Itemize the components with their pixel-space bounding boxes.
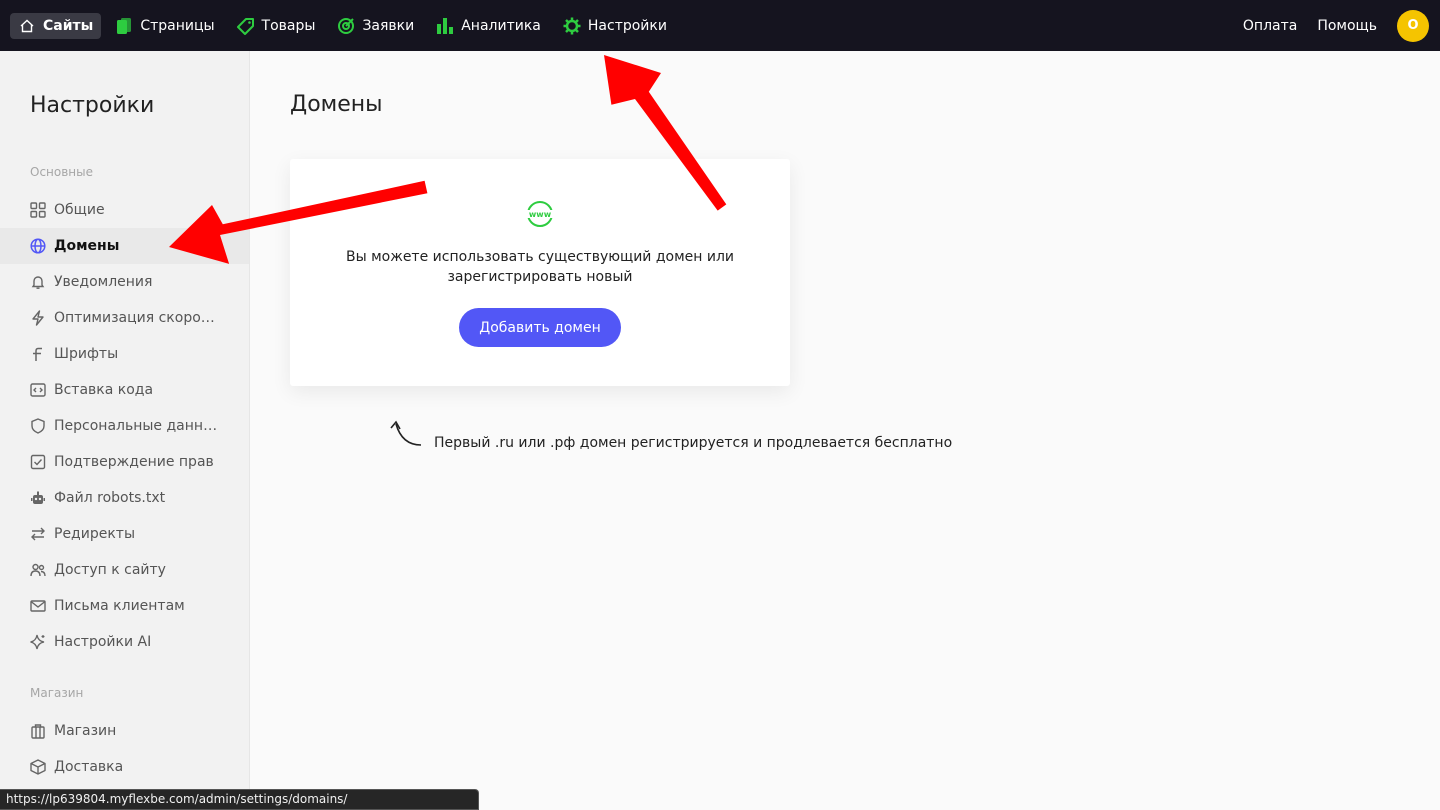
- sidebar-item-label: Подтверждение прав: [54, 454, 214, 470]
- sidebar-item-label: Письма клиентам: [54, 598, 185, 614]
- browser-status-url: https://lp639804.myflexbe.com/admin/sett…: [0, 789, 479, 810]
- nav-requests[interactable]: Заявки: [329, 13, 422, 39]
- sidebar-item-robots[interactable]: Файл robots.txt: [0, 480, 249, 516]
- curved-arrow-icon: [388, 418, 424, 450]
- box-icon: [29, 759, 46, 776]
- page-title: Домены: [290, 92, 383, 117]
- checkbox-icon: [29, 454, 46, 471]
- nav-pages[interactable]: Страницы: [107, 13, 222, 39]
- sidebar-item-personal-data[interactable]: Персональные данные: [0, 408, 249, 444]
- sidebar-item-domains[interactable]: Домены: [0, 228, 249, 264]
- sidebar-item-client-emails[interactable]: Письма клиентам: [0, 588, 249, 624]
- sidebar-item-code[interactable]: Вставка кода: [0, 372, 249, 408]
- payment-link[interactable]: Оплата: [1243, 18, 1297, 34]
- card-description: Вы можете использовать существующий доме…: [345, 249, 735, 285]
- section-label-shop: Магазин: [30, 686, 84, 700]
- pages-icon: [115, 17, 133, 35]
- add-domain-button[interactable]: Добавить домен: [459, 308, 621, 347]
- free-domain-hint: Первый .ru или .рф домен регистрируется …: [434, 435, 953, 451]
- grid-icon: [29, 202, 46, 219]
- bar-chart-icon: [436, 17, 454, 35]
- sidebar-item-label: Магазин: [54, 723, 117, 739]
- lightning-icon: [29, 310, 46, 327]
- nav-right-group: Оплата Помощь О: [1223, 9, 1430, 42]
- sidebar-item-label: Домены: [54, 238, 120, 254]
- sidebar-item-label: Уведомления: [54, 274, 153, 290]
- sidebar-item-label: Оптимизация скорости: [54, 310, 222, 326]
- sparkle-icon: [29, 634, 46, 651]
- nav-pages-label: Страницы: [140, 17, 215, 34]
- globe-icon: [29, 238, 46, 255]
- nav-sites[interactable]: Сайты: [10, 12, 102, 39]
- sidebar-item-verification[interactable]: Подтверждение прав: [0, 444, 249, 480]
- nav-products[interactable]: Товары: [229, 13, 324, 39]
- users-icon: [29, 562, 46, 579]
- sidebar-item-label: Персональные данные: [54, 418, 222, 434]
- sidebar-item-label: Общие: [54, 202, 105, 218]
- nav-settings[interactable]: Настройки: [555, 13, 675, 39]
- sidebar-item-label: Настройки AI: [54, 634, 152, 650]
- nav-analytics-label: Аналитика: [461, 17, 541, 34]
- sidebar-item-label: Доставка: [54, 759, 124, 775]
- nav-products-label: Товары: [261, 17, 316, 34]
- target-icon: [337, 17, 355, 35]
- sidebar-item-label: Доступ к сайту: [54, 562, 166, 578]
- sidebar-item-general[interactable]: Общие: [0, 192, 249, 228]
- sidebar-title: Настройки: [30, 93, 155, 118]
- mail-icon: [29, 598, 46, 615]
- robot-icon: [29, 490, 46, 507]
- gear-icon: [563, 17, 581, 35]
- sidebar-item-redirects[interactable]: Редиректы: [0, 516, 249, 552]
- sidebar-item-shop[interactable]: Магазин: [0, 713, 249, 749]
- www-globe-icon: www: [526, 200, 554, 228]
- font-icon: [29, 346, 46, 363]
- domains-empty-card: www Вы можете использовать существующий …: [290, 159, 790, 386]
- section-label-main: Основные: [30, 165, 94, 179]
- sidebar-item-label: Шрифты: [54, 346, 119, 362]
- www-icon-text: www: [529, 210, 552, 219]
- bell-icon: [29, 274, 46, 291]
- settings-sidebar: Настройки Основные Общие Домены Уведомле…: [0, 51, 250, 810]
- help-link[interactable]: Помощь: [1317, 18, 1377, 34]
- sidebar-item-label: Вставка кода: [54, 382, 154, 398]
- sidebar-item-ai-settings[interactable]: Настройки AI: [0, 624, 249, 660]
- nav-analytics[interactable]: Аналитика: [428, 13, 549, 39]
- sidebar-item-delivery[interactable]: Доставка: [0, 749, 249, 785]
- sidebar-item-label: Файл robots.txt: [54, 490, 166, 506]
- shield-icon: [29, 418, 46, 435]
- sidebar-item-fonts[interactable]: Шрифты: [0, 336, 249, 372]
- nav-settings-label: Настройки: [587, 17, 667, 34]
- top-navbar: Сайты Страницы Товары Заявки Аналитика Н…: [0, 0, 1440, 51]
- avatar[interactable]: О: [1397, 9, 1429, 42]
- arrows-swap-icon: [29, 526, 46, 543]
- nav-sites-label: Сайты: [43, 17, 94, 34]
- code-icon: [29, 382, 46, 399]
- sidebar-item-site-access[interactable]: Доступ к сайту: [0, 552, 249, 588]
- nav-requests-label: Заявки: [362, 17, 415, 34]
- shop-icon: [29, 723, 46, 740]
- tag-icon: [236, 17, 255, 35]
- sidebar-item-label: Редиректы: [54, 526, 135, 542]
- sidebar-item-notifications[interactable]: Уведомления: [0, 264, 249, 300]
- sidebar-item-speed[interactable]: Оптимизация скорости: [0, 300, 249, 336]
- home-icon: [18, 17, 36, 35]
